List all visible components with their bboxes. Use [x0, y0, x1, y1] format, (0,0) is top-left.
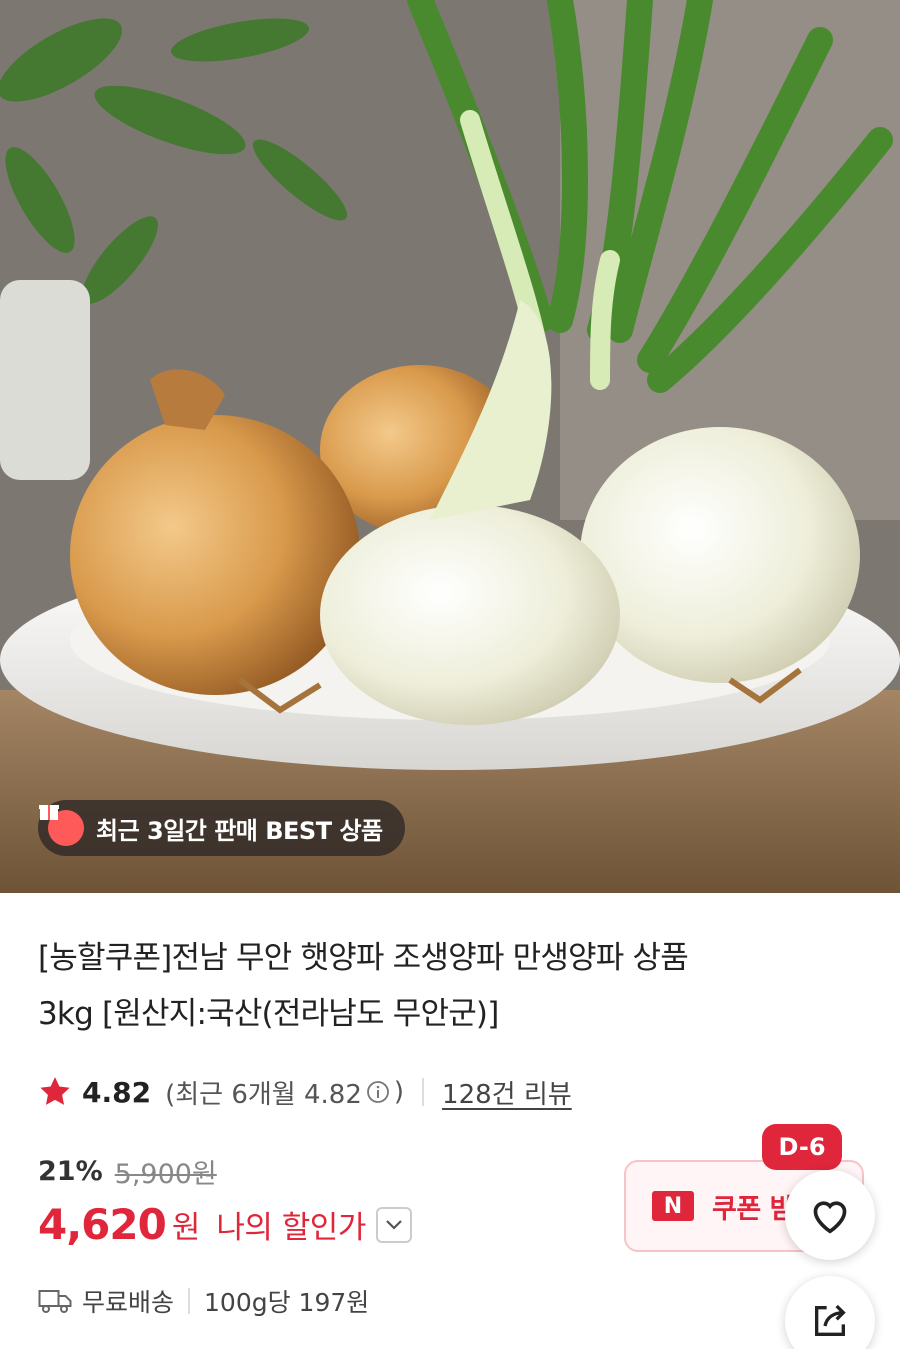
currency-label: 원 [171, 1210, 201, 1246]
price-row: 4,620 원 나의 할인가 [38, 1200, 412, 1249]
divider [422, 1078, 425, 1106]
discount-rate: 21% [38, 1156, 103, 1187]
product-title-line1: [농할쿠폰]전남 무안 햇양파 조생양파 만생양파 상품 [38, 940, 689, 976]
coupon-label: 쿠폰 받 [712, 1193, 794, 1225]
naver-logo-icon: N [652, 1191, 694, 1221]
free-shipping-label: 무료배송 [82, 1288, 175, 1317]
rating-score: 4.82 [82, 1075, 152, 1109]
product-image[interactable]: 최근 3일간 판매 BEST 상품 [0, 0, 900, 893]
best-badge-text: 최근 3일간 판매 BEST 상품 [96, 816, 383, 845]
chevron-down-icon[interactable] [375, 1206, 412, 1243]
d-day-badge: D-6 [762, 1124, 842, 1170]
share-button[interactable] [785, 1276, 875, 1349]
star-icon [40, 1077, 70, 1105]
discount-row: 21% 5,900원 [38, 1152, 217, 1191]
shipping-row: 무료배송 100g당 197원 [38, 1283, 369, 1319]
current-price: 4,620 [38, 1200, 167, 1249]
onion-photo-illustration [0, 0, 900, 893]
heart-icon [813, 1201, 847, 1234]
like-button[interactable] [785, 1170, 875, 1260]
recent-rating-close: ) [393, 1077, 405, 1107]
original-price: 5,900원 [114, 1159, 217, 1190]
share-icon [815, 1304, 846, 1336]
my-discount-label[interactable]: 나의 할인가 [216, 1202, 366, 1247]
best-seller-badge: 최근 3일간 판매 BEST 상품 [38, 800, 405, 856]
divider [188, 1288, 191, 1314]
info-icon[interactable] [366, 1080, 390, 1104]
gift-icon [39, 805, 84, 846]
recent-rating-text: (최근 6개월 4.82 [165, 1079, 362, 1110]
rating-row: 4.82 (최근 6개월 4.82 ) 128건 리뷰 [38, 1070, 572, 1114]
recent-rating[interactable]: (최근 6개월 4.82 ) [165, 1074, 404, 1111]
product-title-line2: 3kg [원산지:국산(전라남도 무안군)] [38, 996, 499, 1032]
unit-price: 100g당 197원 [204, 1288, 370, 1317]
review-count-link[interactable]: 128건 리뷰 [442, 1074, 572, 1111]
product-title: [농할쿠폰]전남 무안 햇양파 조생양파 만생양파 상품 3kg [원산지:국산… [38, 930, 838, 1042]
truck-icon [38, 1290, 72, 1313]
